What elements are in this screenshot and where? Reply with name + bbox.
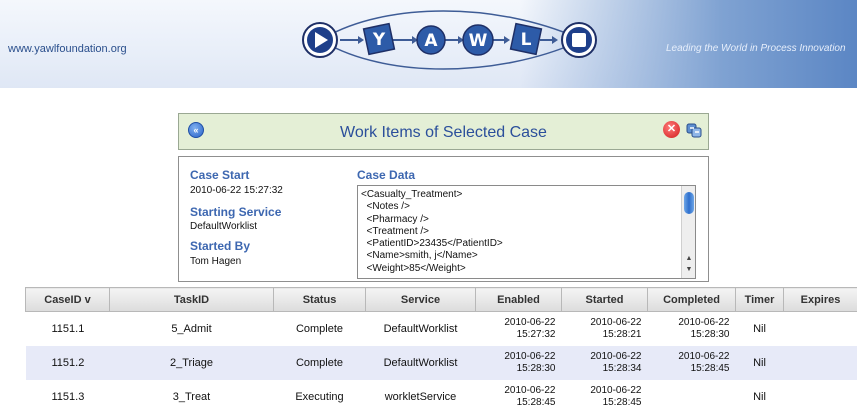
enabled-date: 2010-06-22 <box>504 351 555 362</box>
stop-circle-icon <box>562 23 596 57</box>
completed-date: 2010-06-22 <box>678 317 729 328</box>
table-row[interactable]: 1151.3 3_Treat Executing workletService … <box>26 380 857 414</box>
column-header-service[interactable]: Service <box>366 288 476 312</box>
case-data-line: <Notes /> <box>361 201 503 213</box>
logo-a-tile: A <box>417 26 445 54</box>
cell-timer: Nil <box>736 346 784 380</box>
completed-date: 2010-06-22 <box>678 351 729 362</box>
cell-service: workletService <box>366 380 476 414</box>
completed-time: 15:28:30 <box>691 329 730 340</box>
cell-completed: 2010-06-2215:28:45 <box>648 346 736 380</box>
enabled-date: 2010-06-22 <box>504 317 555 328</box>
case-data-line: <Pharmacy /> <box>361 214 503 226</box>
play-circle-icon <box>303 23 337 57</box>
cell-completed <box>648 380 736 414</box>
enabled-time: 15:28:45 <box>517 397 556 408</box>
column-header-timer[interactable]: Timer <box>736 288 784 312</box>
cell-enabled: 2010-06-2215:27:32 <box>476 312 562 346</box>
work-items-table-wrap: CaseID v TaskID Status Service Enabled S… <box>25 287 857 414</box>
scroll-up-icon[interactable]: ▲ <box>683 254 695 264</box>
work-items-title: Work Items of Selected Case <box>179 124 708 142</box>
case-data-line: <PatientID>23435</PatientID> <box>361 238 503 250</box>
case-data-textarea[interactable]: <Casualty_Treatment> <Notes /> <Pharmacy… <box>357 185 696 279</box>
case-info-panel: Case Start 2010-06-22 15:27:32 Starting … <box>178 156 709 282</box>
cell-expires <box>784 312 857 346</box>
started-by-label: Started By <box>190 239 250 253</box>
starting-service-label: Starting Service <box>190 205 281 219</box>
started-time: 15:28:34 <box>603 363 642 374</box>
enabled-time: 15:28:30 <box>517 363 556 374</box>
column-header-started[interactable]: Started <box>562 288 648 312</box>
column-header-caseid[interactable]: CaseID v <box>26 288 110 312</box>
column-header-status[interactable]: Status <box>274 288 366 312</box>
cell-expires <box>784 346 857 380</box>
cell-service: DefaultWorklist <box>366 312 476 346</box>
yawl-logo: Y A W L <box>296 8 606 70</box>
case-data-label: Case Data <box>357 168 415 182</box>
scroll-thumb[interactable] <box>684 192 694 214</box>
column-header-taskid[interactable]: TaskID <box>110 288 274 312</box>
case-start-value: 2010-06-22 15:27:32 <box>190 185 283 196</box>
cell-case-id: 1151.2 <box>26 346 110 380</box>
started-date: 2010-06-22 <box>590 317 641 328</box>
logo-letter-y: Y <box>372 30 386 50</box>
top-banner: www.yawlfoundation.org Y A <box>0 0 857 88</box>
scroll-down-icon[interactable]: ▼ <box>683 265 695 275</box>
cell-task-id: 2_Triage <box>110 346 274 380</box>
cell-timer: Nil <box>736 380 784 414</box>
cell-completed: 2010-06-2215:28:30 <box>648 312 736 346</box>
started-by-value: Tom Hagen <box>190 256 241 267</box>
case-data-line: <Name>smith, j</Name> <box>361 250 503 262</box>
cell-started: 2010-06-2215:28:21 <box>562 312 648 346</box>
close-icon[interactable]: ✕ <box>663 121 680 138</box>
cell-enabled: 2010-06-2215:28:30 <box>476 346 562 380</box>
cell-case-id: 1151.1 <box>26 312 110 346</box>
table-header-row: CaseID v TaskID Status Service Enabled S… <box>26 288 857 312</box>
cell-task-id: 3_Treat <box>110 380 274 414</box>
refresh-icon[interactable] <box>685 121 703 139</box>
table-row[interactable]: 1151.2 2_Triage Complete DefaultWorklist… <box>26 346 857 380</box>
cell-timer: Nil <box>736 312 784 346</box>
table-row[interactable]: 1151.1 5_Admit Complete DefaultWorklist … <box>26 312 857 346</box>
case-data-scrollbar[interactable]: ▲ ▼ <box>681 186 695 278</box>
cell-status: Complete <box>274 312 366 346</box>
started-date: 2010-06-22 <box>590 351 641 362</box>
enabled-date: 2010-06-22 <box>504 385 555 396</box>
started-time: 15:28:45 <box>603 397 642 408</box>
case-start-label: Case Start <box>190 168 249 182</box>
work-items-header: « Work Items of Selected Case ✕ <box>178 113 709 150</box>
completed-time: 15:28:45 <box>691 363 730 374</box>
column-header-enabled[interactable]: Enabled <box>476 288 562 312</box>
site-url-link[interactable]: www.yawlfoundation.org <box>8 43 127 55</box>
cell-service: DefaultWorklist <box>366 346 476 380</box>
enabled-time: 15:27:32 <box>517 329 556 340</box>
logo-y-tile: Y <box>364 24 395 55</box>
column-header-completed[interactable]: Completed <box>648 288 736 312</box>
starting-service-value: DefaultWorklist <box>190 221 257 232</box>
cell-enabled: 2010-06-2215:28:45 <box>476 380 562 414</box>
logo-letter-w: W <box>469 31 488 51</box>
column-header-expires[interactable]: Expires <box>784 288 857 312</box>
case-data-line: <Treatment /> <box>361 226 503 238</box>
case-data-line: <Casualty_Treatment> <box>361 189 503 201</box>
logo-w-tile: W <box>463 25 493 55</box>
cell-started: 2010-06-2215:28:45 <box>562 380 648 414</box>
cell-expires <box>784 380 857 414</box>
started-date: 2010-06-22 <box>590 385 641 396</box>
cell-task-id: 5_Admit <box>110 312 274 346</box>
cell-status: Executing <box>274 380 366 414</box>
case-data-line: <Weight>85</Weight> <box>361 263 503 275</box>
work-items-table: CaseID v TaskID Status Service Enabled S… <box>25 287 857 414</box>
logo-l-tile: L <box>511 24 542 55</box>
cell-status: Complete <box>274 346 366 380</box>
cell-case-id: 1151.3 <box>26 380 110 414</box>
cell-started: 2010-06-2215:28:34 <box>562 346 648 380</box>
tagline: Leading the World in Process Innovation <box>666 43 846 54</box>
started-time: 15:28:21 <box>603 329 642 340</box>
logo-letter-a: A <box>424 31 438 51</box>
logo-letter-l: L <box>521 30 532 50</box>
